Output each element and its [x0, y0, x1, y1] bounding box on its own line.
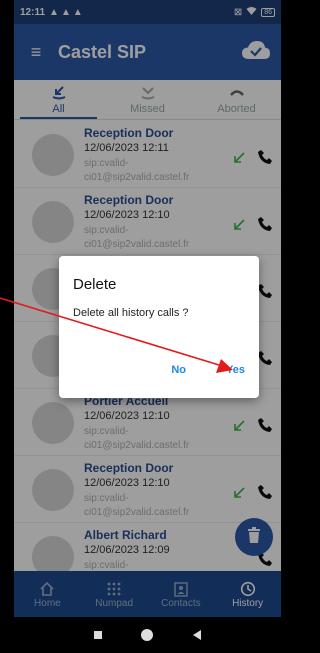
home-circle-icon[interactable]	[141, 629, 154, 641]
dialog-message: Delete all history calls ?	[73, 307, 189, 319]
recents-icon[interactable]	[93, 631, 102, 639]
system-navigation-bar	[14, 617, 281, 653]
back-icon[interactable]	[193, 630, 202, 640]
dialog-actions: No Yes	[171, 364, 245, 376]
dialog-title: Delete	[73, 276, 117, 293]
no-button[interactable]: No	[171, 364, 186, 376]
phone-screen: 12:11 ▲ ▲ ▲ ⊠ 86 ≡ Castel SIP All Missed…	[14, 0, 281, 653]
delete-dialog: Delete Delete all history calls ? No Yes	[59, 256, 259, 398]
yes-button[interactable]: Yes	[226, 364, 245, 376]
